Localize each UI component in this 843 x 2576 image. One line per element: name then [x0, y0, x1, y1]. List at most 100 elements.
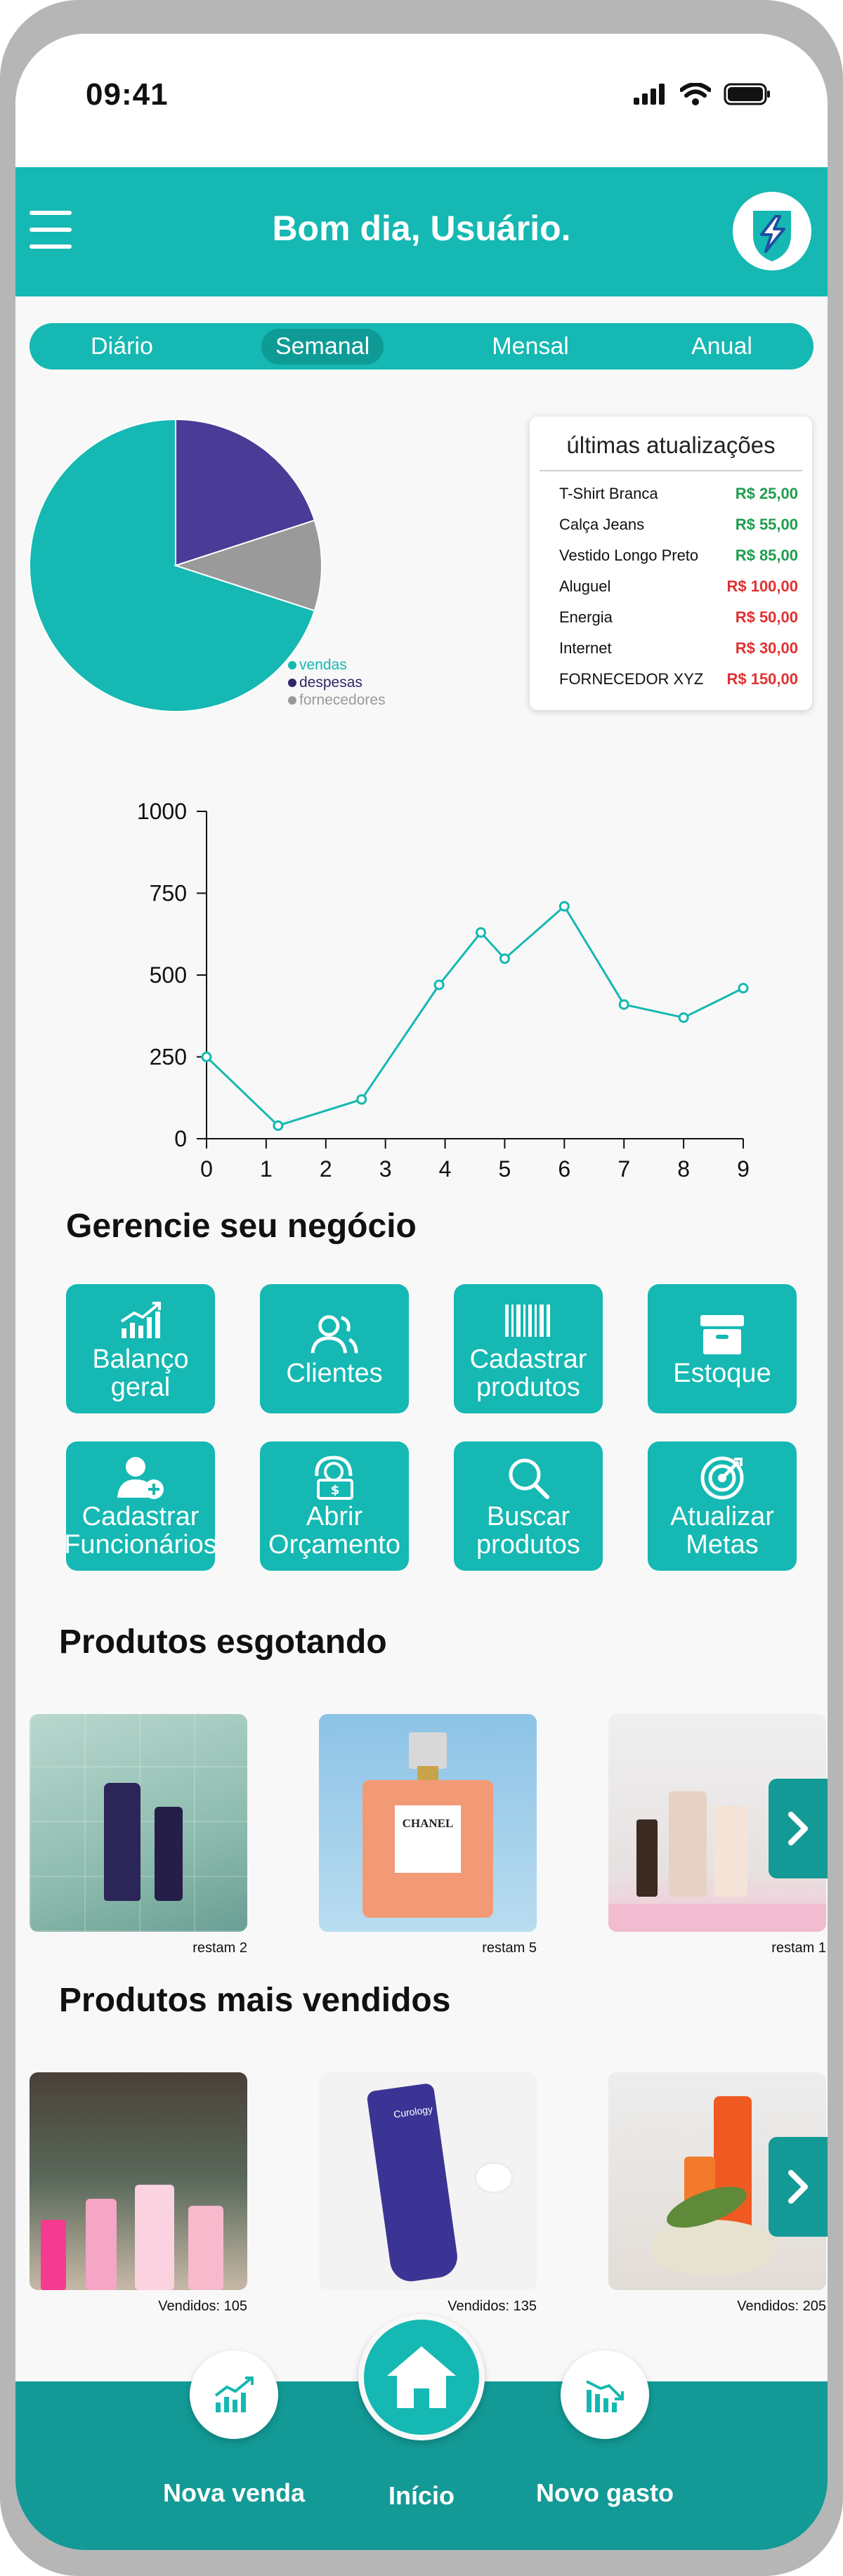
- tile-label: Cadastrar Funcionários: [64, 1502, 217, 1560]
- update-row[interactable]: T-Shirt Branca R$ 25,00: [530, 478, 812, 509]
- app-logo-icon[interactable]: [732, 191, 812, 271]
- tile-label: Cadastrar produtos: [469, 1345, 587, 1402]
- product-image: CHANEL: [319, 1714, 537, 1932]
- y-tick-label: 750: [150, 881, 187, 906]
- y-tick-label: 0: [174, 1126, 187, 1151]
- budget-icon: $: [315, 1456, 353, 1500]
- nav-new-expense-button[interactable]: [561, 2351, 649, 2439]
- tile-clients[interactable]: Clientes: [260, 1284, 409, 1413]
- update-row[interactable]: Energia R$ 50,00: [530, 602, 812, 633]
- update-name: T-Shirt Branca: [559, 485, 658, 502]
- legend-label: despesas: [299, 674, 362, 691]
- data-point[interactable]: [433, 979, 445, 990]
- tile-balance[interactable]: Balanço geral: [66, 1284, 215, 1413]
- data-point[interactable]: [558, 901, 570, 912]
- chevron-right-icon: [788, 1812, 808, 1845]
- update-amount: R$ 150,00: [726, 670, 798, 688]
- data-point[interactable]: [678, 1012, 689, 1024]
- update-row[interactable]: Internet R$ 30,00: [530, 633, 812, 664]
- tile-label: Balanço geral: [92, 1345, 189, 1402]
- x-tick-label: 8: [677, 1156, 690, 1182]
- updates-title: últimas atualizações: [566, 432, 776, 458]
- legend-label: fornecedores: [299, 692, 386, 708]
- product-card[interactable]: Curology Vendidos: 135: [319, 2072, 537, 2315]
- update-row[interactable]: Aluguel R$ 100,00: [530, 571, 812, 602]
- line-chart: 0 250 500 750 1000 0 1 2 3 4 5 6 7 8 9: [137, 799, 750, 1182]
- tile-label: Estoque: [673, 1359, 771, 1388]
- low-stock-carousel: restam 2 CHANEL restam 5 restam 1: [30, 1714, 828, 1956]
- barcode-icon: [505, 1305, 550, 1337]
- carousel-next-button[interactable]: [769, 2137, 828, 2237]
- product-card[interactable]: restam 2: [30, 1714, 247, 1956]
- legend-item-expenses: despesas: [288, 674, 386, 691]
- svg-text:$: $: [331, 1483, 340, 1498]
- status-bar: 09:41: [15, 34, 828, 167]
- x-tick-label: 9: [737, 1156, 750, 1182]
- growth-chart-icon: [120, 1302, 161, 1338]
- low-stock-title: Produtos esgotando: [59, 1623, 387, 1661]
- nav-home-label[interactable]: Início: [351, 2481, 492, 2511]
- product-image: [30, 2072, 247, 2290]
- chart-axes: [206, 811, 743, 1139]
- device-frame: 09:41 Bom dia, Usuário. Diário Semanal M…: [0, 0, 843, 2576]
- data-point[interactable]: [201, 1052, 212, 1062]
- update-name: Aluguel: [559, 577, 611, 595]
- y-tick-label: 500: [150, 962, 187, 988]
- sales-up-icon: [214, 2376, 254, 2412]
- tile-register-employees[interactable]: Cadastrar Funcionários: [64, 1441, 217, 1571]
- data-point[interactable]: [499, 953, 510, 965]
- carousel-next-button[interactable]: [769, 1779, 828, 1878]
- tile-search-products[interactable]: Buscar produtos: [454, 1441, 603, 1571]
- y-tick-label: 1000: [137, 799, 187, 824]
- tile-register-products[interactable]: Cadastrar produtos: [454, 1284, 603, 1413]
- legend-label: vendas: [299, 657, 347, 673]
- update-row[interactable]: FORNECEDOR XYZ R$ 150,00: [530, 664, 812, 695]
- data-point[interactable]: [356, 1094, 367, 1105]
- update-amount: R$ 85,00: [735, 547, 798, 564]
- product-card[interactable]: Vendidos: 105: [30, 2072, 247, 2315]
- units-sold: Vendidos: 135: [447, 2299, 537, 2314]
- latest-updates-card: últimas atualizações T-Shirt Branca R$ 25…: [530, 417, 812, 710]
- update-row[interactable]: Vestido Longo Preto R$ 85,00: [530, 540, 812, 571]
- stock-left: restam 1: [771, 1940, 826, 1956]
- x-tick-label: 3: [379, 1156, 392, 1182]
- search-icon: [509, 1458, 549, 1499]
- update-row[interactable]: Calça Jeans R$ 55,00: [530, 509, 812, 540]
- update-name: Calça Jeans: [559, 516, 645, 533]
- tile-update-goals[interactable]: Atualizar Metas: [648, 1441, 797, 1571]
- wifi-icon: [680, 83, 711, 105]
- manage-section-title: Gerencie seu negócio: [66, 1208, 417, 1245]
- tab-weekly[interactable]: Semanal: [261, 328, 384, 365]
- update-amount: R$ 25,00: [735, 485, 798, 502]
- home-icon: [387, 2346, 456, 2408]
- tab-monthly[interactable]: Mensal: [478, 329, 583, 365]
- users-icon: [311, 1315, 358, 1354]
- divider: [540, 470, 802, 471]
- x-tick-label: 4: [439, 1156, 452, 1182]
- product-image: [30, 1714, 247, 1932]
- tile-label: Abrir Orçamento: [268, 1502, 400, 1560]
- data-point[interactable]: [618, 999, 629, 1010]
- tab-yearly[interactable]: Anual: [677, 329, 766, 365]
- tile-stock[interactable]: Estoque: [648, 1284, 797, 1413]
- nav-new-expense-label[interactable]: Novo gasto: [532, 2478, 677, 2508]
- tile-open-budget[interactable]: $ Abrir Orçamento: [260, 1441, 409, 1571]
- x-tick-label: 5: [499, 1156, 511, 1182]
- chevron-right-icon: [788, 2170, 808, 2204]
- best-sellers-title: Produtos mais vendidos: [59, 1982, 451, 2019]
- data-point[interactable]: [738, 983, 749, 994]
- product-card[interactable]: CHANEL restam 5: [319, 1714, 537, 1956]
- data-point[interactable]: [475, 927, 486, 938]
- status-icons: [634, 83, 771, 105]
- manage-grid: Balanço geral Clientes Cadastrar produto…: [64, 1284, 797, 1599]
- x-tick-label: 0: [200, 1156, 213, 1182]
- product-label: CHANEL: [395, 1805, 461, 1873]
- data-point[interactable]: [273, 1120, 284, 1131]
- add-user-icon: [117, 1457, 164, 1499]
- nav-home-button[interactable]: [358, 2314, 485, 2440]
- legend-item-suppliers: fornecedores: [288, 691, 386, 709]
- nav-new-sale-button[interactable]: [190, 2351, 278, 2439]
- tab-daily[interactable]: Diário: [77, 329, 167, 365]
- nav-new-sale-label[interactable]: Nova venda: [156, 2478, 312, 2508]
- update-name: Energia: [559, 608, 613, 626]
